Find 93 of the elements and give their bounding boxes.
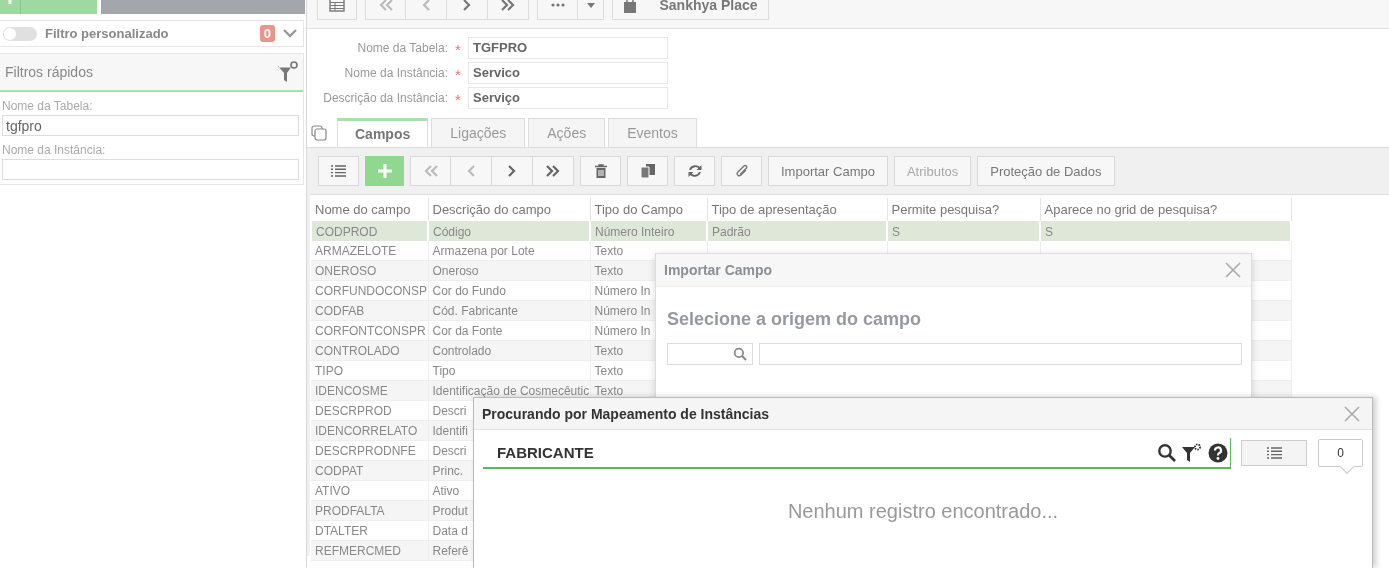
required-mark: * — [454, 65, 462, 83]
attach-button[interactable] — [721, 156, 762, 186]
table-cell: ARMAZELOTE — [311, 241, 428, 261]
table-cell: CORFUNDOCONSP — [311, 280, 428, 301]
table-cell: ATIVO — [311, 480, 428, 501]
table-cell: CODFAB — [311, 300, 428, 321]
tab[interactable]: Campos — [337, 118, 429, 147]
more-icon — [550, 3, 565, 7]
table-cell: CORFONTCONSPR — [311, 320, 428, 341]
table-cell: Tipo — [428, 360, 590, 381]
field-label: Nome da Tabela: — [356, 41, 448, 55]
table-cell: Cor da Fonte — [428, 320, 590, 341]
table-cell: CONTROLADO — [311, 340, 428, 361]
first-button[interactable] — [410, 156, 451, 186]
close-icon[interactable] — [1344, 405, 1360, 422]
field-label: Nome da Instância: — [343, 66, 448, 80]
table-cell: DTALTER — [311, 520, 428, 541]
list-button[interactable] — [1241, 440, 1307, 466]
chevron-down-icon[interactable] — [283, 29, 297, 38]
input-field[interactable]: TGFPRO — [468, 37, 668, 59]
table-cell: DESCRPROD — [311, 400, 428, 421]
double-chevron-right-icon — [545, 164, 561, 178]
column-header[interactable]: Tipo de apresentação — [707, 198, 887, 222]
column-header[interactable]: Nome do campo — [311, 198, 428, 222]
column-header[interactable]: Aparece no grid de pesquisa? — [1040, 198, 1291, 222]
list-button[interactable] — [318, 156, 359, 186]
search-field[interactable]: FABRICANTE — [483, 438, 1231, 469]
help-icon[interactable] — [1208, 442, 1228, 463]
required-mark: * — [454, 90, 462, 108]
search-icon — [733, 347, 747, 361]
column-header[interactable]: Permite pesquisa? — [887, 198, 1040, 222]
double-chevron-left-icon — [377, 0, 394, 12]
tab[interactable]: Ligações — [431, 118, 526, 147]
table-cell: CODPROD — [311, 221, 428, 241]
table-cell: Cor do Fundo — [428, 280, 590, 301]
trash-icon — [594, 164, 607, 178]
last-button[interactable] — [533, 156, 574, 186]
refresh-button[interactable] — [674, 156, 715, 186]
chevron-right-icon — [462, 0, 472, 12]
input-field[interactable] — [2, 159, 299, 180]
table-cell: DESCRPRODNFE — [311, 440, 428, 461]
add-button[interactable] — [365, 156, 404, 186]
chevron-left-icon — [466, 164, 476, 178]
place-button[interactable]: Sankhya Place — [612, 0, 769, 20]
field-label: Descrição da Instância: — [322, 91, 448, 105]
table-cell: REFMERCMED — [311, 540, 428, 561]
field-label: Nome da Tabela: — [2, 99, 94, 113]
bag-icon — [623, 0, 638, 13]
close-icon[interactable] — [1225, 262, 1241, 278]
toggle-switch[interactable] — [3, 26, 37, 41]
copy-icon — [640, 164, 655, 178]
double-chevron-left-icon — [422, 164, 439, 178]
list-icon — [1266, 447, 1282, 459]
table-cell: PRODFALTA — [311, 500, 428, 521]
table-icon — [329, 0, 345, 12]
double-chevron-right-icon — [500, 0, 516, 12]
toolbar-button[interactable]: Importar Campo — [768, 156, 888, 186]
delete-button[interactable] — [580, 156, 621, 186]
count-badge: 0 — [259, 25, 275, 42]
pages-icon[interactable] — [311, 125, 327, 141]
table-cell: IDENCOSME — [311, 380, 428, 401]
refresh-icon — [687, 164, 702, 178]
table-cell: CODPAT — [311, 460, 428, 481]
filter-gear-icon[interactable] — [1182, 442, 1202, 463]
field-label: Nome da Instância: — [2, 143, 107, 157]
empty-message: Nenhum registro encontrado... — [786, 500, 1060, 523]
chevron-right-icon — [507, 164, 517, 178]
tab[interactable]: Ações — [528, 118, 606, 147]
input-field[interactable] — [759, 343, 1242, 365]
caret-icon — [586, 2, 595, 8]
panel-title: Filtros rápidos — [5, 64, 93, 80]
chevron-left-icon — [421, 0, 431, 12]
input-field[interactable]: Serviço — [468, 87, 668, 109]
tab[interactable]: Eventos — [608, 118, 697, 147]
paperclip-icon — [734, 163, 749, 179]
filter-icon[interactable] — [278, 61, 298, 83]
table-cell: TIPO — [311, 360, 428, 381]
column-header[interactable]: Descrição do campo — [428, 198, 590, 222]
column-header[interactable]: Tipo do Campo — [590, 198, 707, 222]
search-icon[interactable] — [1157, 443, 1176, 462]
table-cell: ONEROSO — [311, 260, 428, 281]
search-field[interactable] — [667, 343, 753, 365]
duplicate-button[interactable] — [627, 156, 668, 186]
toolbar-button[interactable]: Proteção de Dados — [977, 156, 1115, 186]
input-field[interactable]: tgfpro — [2, 115, 299, 136]
table-cell: IDENCORRELATO — [311, 420, 428, 441]
required-mark: * — [454, 40, 462, 58]
input-field[interactable]: Servico — [468, 62, 668, 84]
list-icon — [331, 165, 346, 177]
table-cell: Armazena por Lote — [428, 241, 590, 261]
next-button[interactable] — [492, 156, 533, 186]
plus-icon — [377, 164, 392, 178]
filter-label: Filtro personalizado — [45, 26, 170, 41]
